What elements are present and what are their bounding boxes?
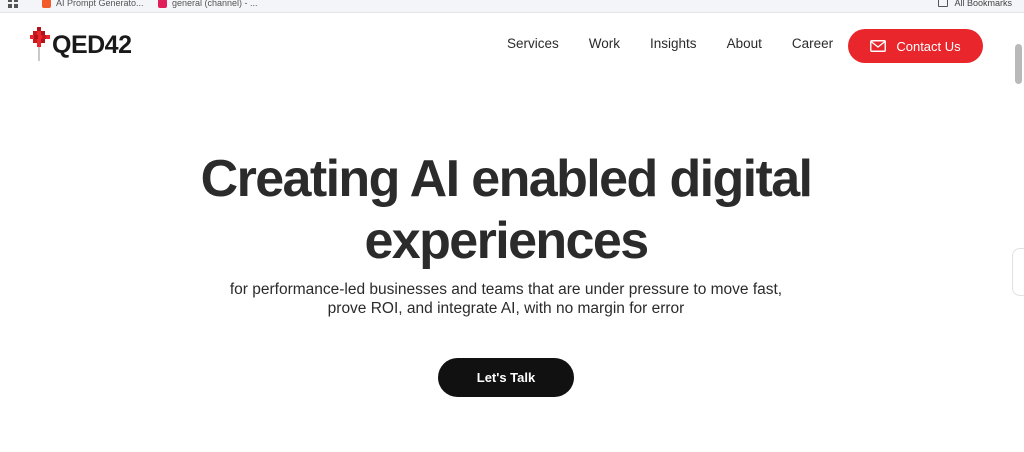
- folder-icon: [938, 0, 949, 7]
- bookmark-item-slack-general[interactable]: general (channel) - ...: [158, 0, 258, 10]
- side-feedback-tab[interactable]: [1012, 248, 1024, 296]
- hero-title: Creating AI enabled digital experiences: [0, 148, 1012, 272]
- apps-grid-icon[interactable]: [8, 0, 18, 8]
- scrollbar[interactable]: [1014, 14, 1024, 452]
- bookmark-label: AI Prompt Generato...: [56, 0, 144, 8]
- prompt-generator-favicon-icon: [42, 0, 51, 8]
- site-header: QED42 Services Work Insights About Caree…: [0, 14, 1012, 76]
- qed42-logo-mark-icon: [30, 27, 50, 61]
- nav-item-work[interactable]: Work: [589, 36, 620, 51]
- slack-favicon-icon: [158, 0, 167, 8]
- scrollbar-thumb[interactable]: [1015, 44, 1022, 84]
- logo[interactable]: QED42: [30, 27, 132, 62]
- hero-subtitle-line-2: prove ROI, and integrate AI, with no mar…: [327, 300, 685, 317]
- nav-item-career[interactable]: Career: [792, 36, 833, 51]
- main-nav: Services Work Insights About Career: [507, 36, 833, 51]
- hero-subtitle: for performance-led businesses and teams…: [0, 280, 1012, 318]
- hero-title-line-2: experiences: [364, 212, 649, 270]
- bookmark-label: general (channel) - ...: [172, 0, 258, 8]
- contact-us-label: Contact Us: [896, 38, 961, 54]
- bookmark-item-prompt-generator[interactable]: AI Prompt Generato...: [42, 0, 144, 10]
- logo-text: QED42: [52, 30, 132, 59]
- hero-subtitle-line-1: for performance-led businesses and teams…: [229, 281, 783, 298]
- bookmarks-bar: AI Prompt Generato... general (channel) …: [0, 0, 1024, 13]
- lets-talk-button[interactable]: Let's Talk: [438, 358, 574, 397]
- all-bookmarks[interactable]: All Bookmarks: [938, 0, 1012, 10]
- nav-item-services[interactable]: Services: [507, 36, 559, 51]
- mail-icon: [870, 40, 887, 52]
- contact-us-button[interactable]: Contact Us: [848, 29, 983, 63]
- nav-item-about[interactable]: About: [727, 36, 762, 51]
- all-bookmarks-label: All Bookmarks: [954, 0, 1012, 8]
- hero-title-line-1: Creating AI enabled digital: [200, 150, 813, 208]
- nav-item-insights[interactable]: Insights: [650, 36, 697, 51]
